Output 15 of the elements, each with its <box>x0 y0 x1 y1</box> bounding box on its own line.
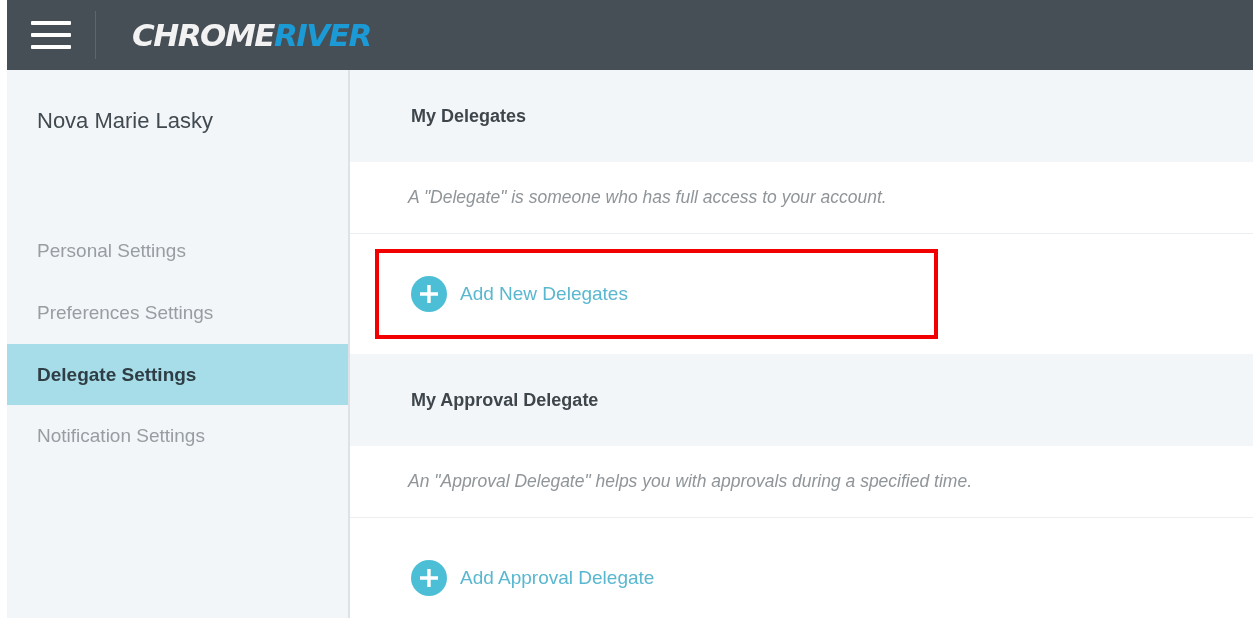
logo: CHROMERIVER <box>132 17 371 53</box>
sidebar-item[interactable]: Delegate Settings <box>7 344 348 405</box>
sidebar-item[interactable]: Preferences Settings <box>7 282 348 344</box>
sidebar-item[interactable]: Personal Settings <box>7 220 348 282</box>
plus-icon <box>411 276 447 312</box>
menu-icon[interactable] <box>31 21 71 49</box>
section-title: My Delegates <box>411 105 527 127</box>
sidebar-item[interactable]: Notification Settings <box>7 405 348 467</box>
plus-icon <box>411 560 447 596</box>
add-link[interactable]: Add Approval Delegate <box>411 560 655 596</box>
add-link[interactable]: Add New Delegates <box>411 276 628 312</box>
user-name: Nova Marie Lasky <box>37 108 214 133</box>
section-title: My Approval Delegate <box>411 389 599 411</box>
section-description: An "Approval Delegate" helps you with approvals during a specified time. <box>408 471 972 492</box>
section-description: A "Delegate" is someone who has full access to your account. <box>408 187 887 208</box>
